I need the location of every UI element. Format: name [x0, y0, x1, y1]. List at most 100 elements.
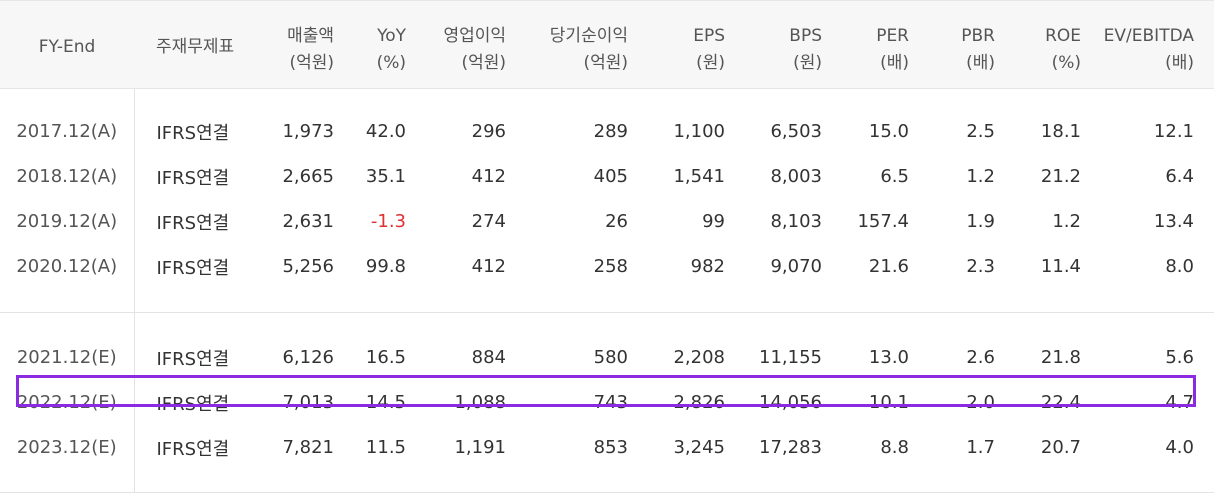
spacer-cell [1101, 470, 1214, 493]
spacer-cell [1101, 89, 1214, 110]
table-cell: 4.7 [1165, 392, 1194, 413]
table-cell: 6,503 [770, 121, 822, 142]
table-cell: IFRS연결 [156, 167, 230, 189]
table-cell: 10.1 [868, 392, 909, 413]
table-cell: IFRS연결 [156, 122, 230, 144]
spacer-cell [0, 88, 135, 109]
row-spacer [0, 470, 1214, 493]
column-header-label: ROE [1045, 26, 1081, 46]
spacer-cell [134, 470, 254, 493]
table-row: 2017.12(A) IFRS연결 1,973 42.0 296 289 1,100 6,50… [0, 109, 1214, 154]
table-cell: 853 [593, 437, 628, 458]
table-cell: 14,056 [759, 392, 822, 413]
table-cell: 11,155 [759, 347, 822, 368]
table-cell: 2,631 [282, 211, 334, 232]
table-cell: 2.6 [966, 347, 995, 368]
table-cell: 8,003 [770, 166, 822, 187]
table-cell: 2,208 [673, 347, 725, 368]
table-cell: 3,245 [673, 437, 725, 458]
column-header-label: 주재무제표 [156, 37, 235, 57]
table-cell: 1.2 [1052, 211, 1081, 232]
table-header: FY-End 주재무제표 매출액 (억원) YoY (%) 영업이익 (억원) 당기순이익 (억원… [0, 0, 1214, 89]
table-cell: 2.3 [966, 256, 995, 277]
spacer-cell [254, 289, 354, 313]
spacer-cell [134, 289, 254, 313]
column-header-label: EV/EBITDA [1103, 26, 1194, 46]
table-cell: 1,973 [282, 121, 334, 142]
spacer-cell [1101, 312, 1214, 335]
fy-end-cell: 2018.12(A) [0, 154, 135, 199]
financial-summary: FY-End 주재무제표 매출액 (억원) YoY (%) 영업이익 (억원) 당기순이익 (억원… [0, 0, 1214, 493]
spacer-cell [1015, 89, 1101, 110]
table-cell: -1.3 [370, 211, 406, 232]
table-cell: 412 [471, 256, 506, 277]
spacer-cell [354, 470, 426, 493]
spacer-cell [254, 312, 354, 335]
spacer-cell [929, 289, 1015, 313]
column-header: EPS (원) [648, 0, 745, 89]
spacer-cell [929, 312, 1015, 335]
table-cell: 884 [471, 347, 506, 368]
row-spacer [0, 312, 1214, 335]
table-cell: 15.0 [868, 121, 909, 142]
table-cell: 14.5 [365, 392, 406, 413]
spacer-cell [842, 470, 929, 493]
spacer-cell [426, 289, 526, 313]
fy-end-cell: 2023.12(E) [0, 425, 135, 470]
table-cell: 13.4 [1153, 211, 1194, 232]
table-cell: 21.6 [868, 256, 909, 277]
table-cell: 21.8 [1040, 347, 1081, 368]
column-header: EV/EBITDA (배) [1101, 0, 1214, 89]
fy-end-cell: 2019.12(A) [0, 199, 135, 244]
column-header-unit: (억원) [583, 53, 628, 73]
table-cell: IFRS연결 [156, 348, 230, 370]
table-cell: 1,088 [454, 392, 506, 413]
spacer-cell [526, 289, 648, 313]
table-cell: 8.0 [1165, 256, 1194, 277]
table-row: 2023.12(E) IFRS연결 7,821 11.5 1,191 853 3,245 17… [0, 425, 1214, 470]
column-header-unit: (%) [376, 53, 406, 73]
spacer-cell [648, 89, 745, 110]
table-cell: 12.1 [1153, 121, 1194, 142]
table-cell: 35.1 [365, 166, 406, 187]
spacer-cell [842, 89, 929, 110]
table-cell: 580 [593, 347, 628, 368]
table-cell: IFRS연결 [156, 393, 230, 415]
spacer-cell [745, 89, 842, 110]
spacer-cell [745, 289, 842, 313]
fy-end-cell: 2017.12(A) [0, 109, 135, 154]
table-cell: 289 [593, 121, 628, 142]
table-cell: 1.7 [966, 437, 995, 458]
spacer-cell [426, 89, 526, 110]
table-cell: 1,191 [454, 437, 506, 458]
column-header: YoY (%) [354, 0, 426, 89]
table-row: 2019.12(A) IFRS연결 2,631 -1.3 274 26 99 8,103 157… [0, 199, 1214, 244]
table-cell: 6,126 [282, 347, 334, 368]
table-cell: 743 [593, 392, 628, 413]
column-header-unit: (원) [793, 53, 822, 73]
table-cell: 17,283 [759, 437, 822, 458]
table-cell: IFRS연결 [156, 257, 230, 279]
table-cell: 5,256 [282, 256, 334, 277]
column-header-unit: (억원) [289, 53, 334, 73]
table-cell: 2.0 [966, 392, 995, 413]
spacer-cell [1101, 289, 1214, 313]
spacer-cell [929, 89, 1015, 110]
spacer-cell [134, 312, 254, 335]
column-header-unit: (배) [880, 53, 909, 73]
table-cell: 11.4 [1040, 256, 1081, 277]
column-header: PBR (배) [929, 0, 1015, 89]
spacer-cell [648, 470, 745, 493]
spacer-cell [354, 289, 426, 313]
table-cell: 7,013 [282, 392, 334, 413]
table-cell: 99.8 [365, 256, 406, 277]
table-cell: 2,826 [673, 392, 725, 413]
column-header: 영업이익 (억원) [426, 0, 526, 89]
table-cell: 4.0 [1165, 437, 1194, 458]
spacer-cell [426, 312, 526, 335]
spacer-cell [526, 312, 648, 335]
table-cell: 16.5 [365, 347, 406, 368]
fy-end-cell: 2022.12(E) [0, 380, 135, 425]
spacer-cell [745, 470, 842, 493]
column-header: 당기순이익 (억원) [526, 0, 648, 89]
